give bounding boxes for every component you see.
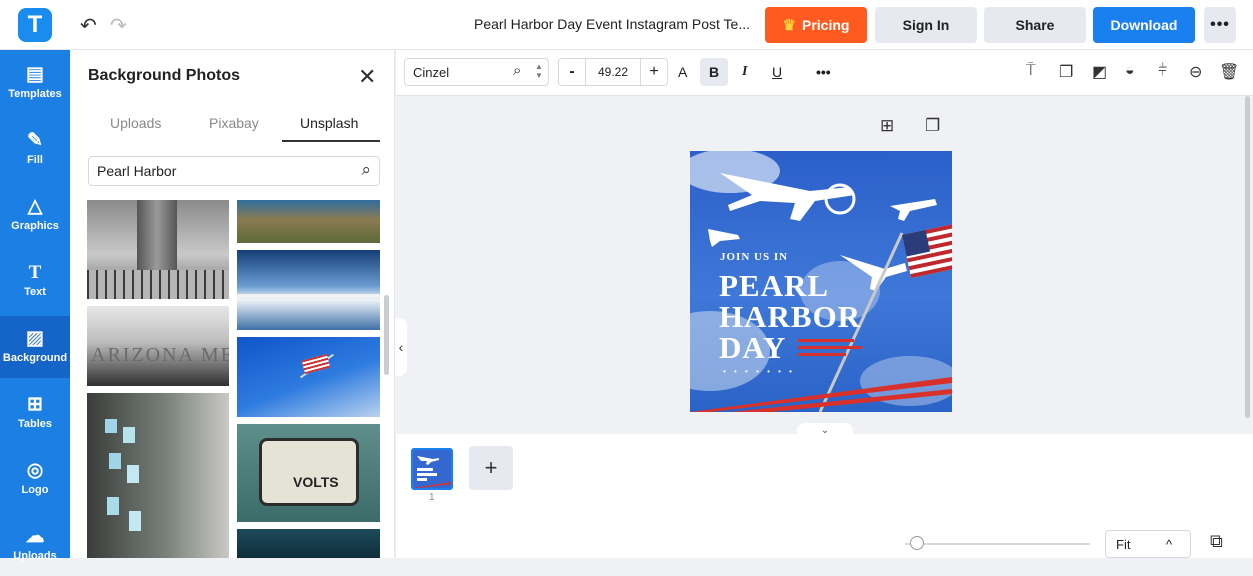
panel-scrollbar[interactable] xyxy=(384,295,389,375)
add-page-icon[interactable]: ⊞ xyxy=(880,116,894,136)
font-family-select[interactable]: Cinzel ⌕ ▲ ▼ xyxy=(404,58,549,86)
link-icon[interactable]: ⊖ xyxy=(1189,62,1202,82)
italic-button[interactable]: I xyxy=(742,64,747,80)
underline-button[interactable]: U xyxy=(772,64,782,80)
table-icon: ⊞ xyxy=(27,394,43,415)
sidebar-item-uploads[interactable]: ☁ Uploads xyxy=(0,514,70,576)
copy-page-icon[interactable]: ❐ xyxy=(925,116,940,136)
sidebar-item-background[interactable]: ▨ Background xyxy=(0,316,70,378)
delete-icon[interactable]: 🗑 xyxy=(1219,62,1239,82)
panel-title: Background Photos xyxy=(88,67,241,84)
zoom-value: Fit xyxy=(1116,537,1131,552)
chevron-up-icon: ^ xyxy=(1166,537,1173,552)
photo-thumbnail-memorial-roof[interactable] xyxy=(237,250,380,330)
search-icon: ⌕ xyxy=(513,62,522,79)
text-case-button[interactable]: A xyxy=(678,64,687,80)
sidebar-item-logo[interactable]: ◎ Logo xyxy=(0,448,70,510)
font-name: Cinzel xyxy=(413,65,450,80)
close-icon[interactable]: ✕ xyxy=(358,64,376,90)
photo-thumbnail-volts-meter[interactable]: VOLTS xyxy=(237,424,380,522)
design-canvas[interactable]: JOIN US IN PEARL HARBOR DAY • • • • • • … xyxy=(690,151,952,412)
search-input[interactable] xyxy=(97,163,347,179)
photo-thumbnail-arizona-sign[interactable]: ARIZONA ME xyxy=(87,306,229,386)
crown-icon: ♛ xyxy=(782,17,796,34)
text-icon: T xyxy=(28,262,42,283)
sidebar-item-tables[interactable]: ⊞ Tables xyxy=(0,382,70,444)
sidebar-item-label: Uploads xyxy=(13,550,57,562)
sidebar: ▤ Templates ✎ Fill △ Graphics T Text ▨ B… xyxy=(0,50,70,562)
sidebar-item-label: Graphics xyxy=(11,220,59,232)
duplicate-icon[interactable]: ❐ xyxy=(1059,62,1073,82)
photo-thumbnail-harbor-aerial[interactable] xyxy=(237,200,380,243)
share-button[interactable]: Share xyxy=(984,7,1086,43)
collapse-panel-button[interactable]: ‹ xyxy=(395,318,407,376)
app-logo[interactable]: T xyxy=(18,8,52,42)
sidebar-item-fill[interactable]: ✎ Fill xyxy=(0,118,70,180)
photo-search-box[interactable]: ⌕ xyxy=(88,156,380,186)
photo-thumbnail-memorial-wall[interactable] xyxy=(87,200,229,299)
add-page-button[interactable]: + xyxy=(469,446,513,490)
sidebar-item-label: Text xyxy=(24,286,46,298)
logo-icon: ◎ xyxy=(26,460,44,481)
sign-in-button[interactable]: Sign In xyxy=(875,7,977,43)
canvas-scrollbar[interactable] xyxy=(1245,96,1250,418)
bold-button[interactable]: B xyxy=(700,58,728,86)
search-icon[interactable]: ⌕ xyxy=(361,160,371,180)
more-options-button[interactable]: ••• xyxy=(1204,7,1236,43)
layer-order-icon[interactable]: ◩ xyxy=(1092,62,1107,82)
sidebar-item-templates[interactable]: ▤ Templates xyxy=(0,52,70,114)
photo-thumbnail-memorial-windows[interactable] xyxy=(87,393,229,558)
top-bar: T ↶ ↷ Pearl Harbor Day Event Instagram P… xyxy=(0,0,1253,50)
pricing-label: Pricing xyxy=(801,17,850,33)
document-title[interactable]: Pearl Harbor Day Event Instagram Post Te… xyxy=(440,16,750,32)
sidebar-item-label: Background xyxy=(2,352,68,364)
sidebar-item-label: Logo xyxy=(21,484,49,496)
zoom-select[interactable]: Fit ^ xyxy=(1105,530,1191,558)
tab-unsplash[interactable]: Unsplash xyxy=(300,115,358,131)
font-size-value[interactable]: 49.22 xyxy=(585,59,641,85)
decrease-font-size-button[interactable]: - xyxy=(559,59,585,85)
background-icon: ▨ xyxy=(26,328,44,349)
paint-roller-icon[interactable]: ⍑ xyxy=(1026,62,1036,80)
font-size-stepper: - 49.22 + xyxy=(558,58,668,86)
sidebar-item-text[interactable]: T Text xyxy=(0,250,70,312)
templates-icon: ▤ xyxy=(26,64,44,85)
opacity-icon[interactable]: ◒ xyxy=(1125,62,1135,80)
design-join-text[interactable]: JOIN US IN xyxy=(720,251,788,263)
stepper-arrows-icon: ▲ ▼ xyxy=(535,62,543,80)
sidebar-item-label: Tables xyxy=(17,418,53,430)
sidebar-item-label: Fill xyxy=(27,154,43,166)
sidebar-item-label: Templates xyxy=(8,88,62,100)
more-format-button[interactable]: ••• xyxy=(816,64,831,80)
undo-icon[interactable]: ↶ xyxy=(80,13,97,38)
active-tab-underline xyxy=(282,140,380,142)
sidebar-item-graphics[interactable]: △ Graphics xyxy=(0,184,70,246)
photo-thumbnail-flag-sky[interactable] xyxy=(237,337,380,417)
zoom-slider-handle[interactable] xyxy=(910,536,924,550)
page-number: 1 xyxy=(429,492,435,503)
design-dots: • • • • • • • xyxy=(723,367,795,376)
download-button[interactable]: Download xyxy=(1093,7,1195,43)
cloud-upload-icon: ☁ xyxy=(25,526,45,547)
shapes-icon: △ xyxy=(27,196,43,217)
design-title-line2[interactable]: HARBOR xyxy=(719,301,861,332)
photo-thumbnail-water[interactable] xyxy=(237,529,380,558)
background-photos-panel: Background Photos ✕ Uploads Pixabay Unsp… xyxy=(70,50,395,558)
page-manager-icon[interactable]: ⧉ xyxy=(1210,531,1223,552)
pricing-button[interactable]: ♛ Pricing xyxy=(765,7,867,43)
zoom-slider-track[interactable] xyxy=(905,543,1090,545)
chevron-down-icon[interactable]: ⌄ xyxy=(797,423,853,437)
increase-font-size-button[interactable]: + xyxy=(641,59,667,85)
page-thumbnail[interactable] xyxy=(411,448,453,490)
pencil-icon: ✎ xyxy=(27,130,43,151)
align-icon[interactable]: ⫩ xyxy=(1158,62,1167,80)
redo-icon[interactable]: ↷ xyxy=(110,13,127,38)
tab-uploads[interactable]: Uploads xyxy=(110,115,161,131)
design-title-line1[interactable]: PEARL xyxy=(719,270,829,301)
page-thumbnail-art xyxy=(413,450,451,488)
design-title-line3[interactable]: DAY xyxy=(719,332,786,363)
text-format-toolbar: Cinzel ⌕ ▲ ▼ - 49.22 + A B I U ••• ⍑ ❐ ◩ … xyxy=(396,50,1253,96)
tab-pixabay[interactable]: Pixabay xyxy=(209,115,259,131)
